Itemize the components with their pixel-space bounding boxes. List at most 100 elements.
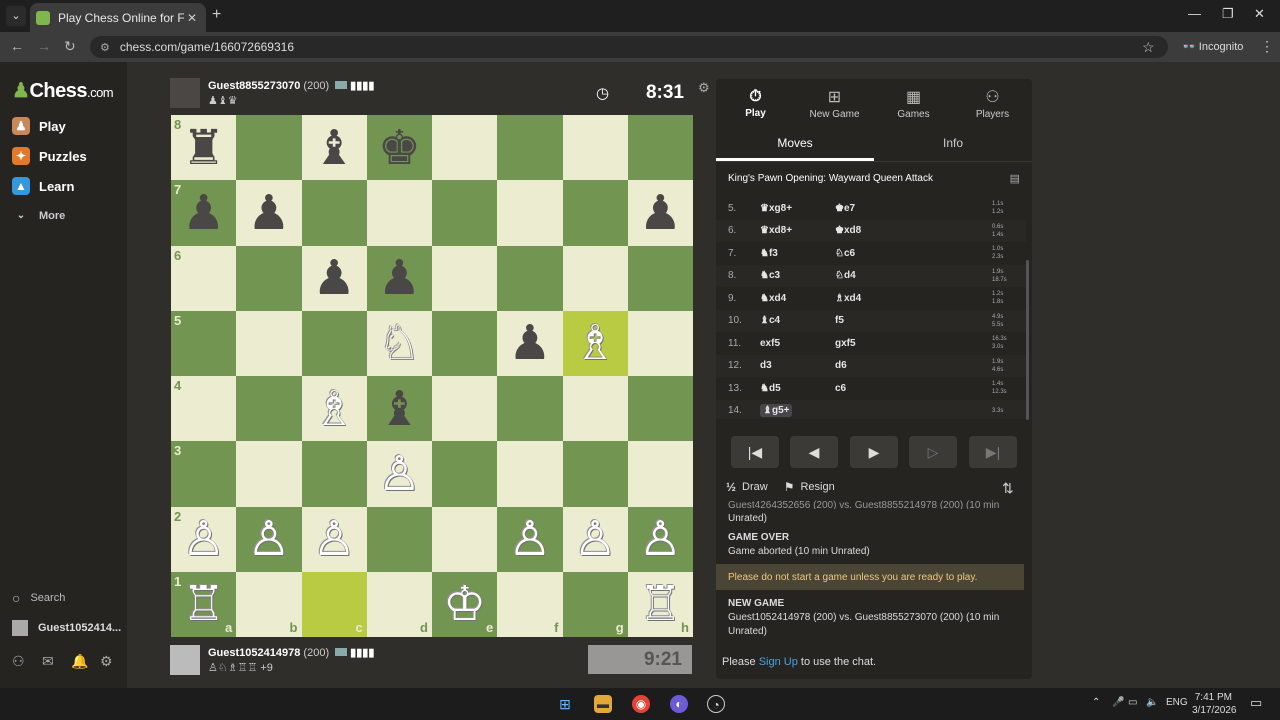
- square-c1[interactable]: c: [301, 571, 367, 637]
- forward-button[interactable]: →: [37, 38, 51, 54]
- square-h3[interactable]: [627, 441, 693, 507]
- url-field[interactable]: ⚙ chess.com/game/166072669316: [90, 36, 1168, 58]
- maximize-button[interactable]: ❐: [1222, 6, 1234, 22]
- play-moves-button[interactable]: ▶: [850, 436, 898, 468]
- white-move[interactable]: ♞f3: [760, 248, 835, 259]
- square-e8[interactable]: [432, 115, 498, 181]
- board-settings-gear-icon[interactable]: ⚙: [698, 80, 710, 96]
- square-a4[interactable]: 4: [171, 376, 237, 442]
- white-pawn-icon[interactable]: ♙: [182, 515, 225, 563]
- square-d1[interactable]: d: [366, 571, 432, 637]
- white-pawn-icon[interactable]: ♙: [313, 515, 356, 563]
- square-h7[interactable]: ♟: [627, 180, 693, 246]
- square-g4[interactable]: [562, 376, 628, 442]
- black-pawn-icon[interactable]: ♟: [313, 254, 356, 302]
- tab-games[interactable]: ▦ Games: [874, 79, 953, 127]
- black-move[interactable]: ♚e7: [835, 203, 910, 214]
- black-move[interactable]: c6: [835, 383, 910, 394]
- minimize-button[interactable]: —: [1188, 6, 1201, 21]
- black-king-icon[interactable]: ♚: [378, 124, 421, 172]
- square-a7[interactable]: 7 ♟: [171, 180, 237, 246]
- sidebar-item-learn[interactable]: ▲ Learn: [12, 175, 74, 197]
- square-g3[interactable]: [562, 441, 628, 507]
- black-pawn-icon[interactable]: ♟: [639, 189, 682, 237]
- white-move[interactable]: ♛xg8+: [760, 203, 835, 214]
- site-info-icon[interactable]: ⚙: [100, 41, 110, 54]
- square-e4[interactable]: [432, 376, 498, 442]
- avatar[interactable]: [170, 645, 200, 675]
- start-icon[interactable]: ⊞: [556, 695, 574, 713]
- square-g6[interactable]: [562, 245, 628, 311]
- tab-players[interactable]: ⚇ Players: [953, 79, 1032, 127]
- square-b5[interactable]: [236, 310, 302, 376]
- new-tab-button[interactable]: +: [212, 6, 221, 24]
- white-move[interactable]: ♞c3: [760, 270, 835, 281]
- square-d5[interactable]: ♘: [366, 310, 432, 376]
- notification-center-icon[interactable]: ▭: [1250, 695, 1262, 711]
- square-f8[interactable]: [497, 115, 563, 181]
- square-f4[interactable]: [497, 376, 563, 442]
- tab-moves[interactable]: Moves: [716, 128, 874, 161]
- square-d8[interactable]: ♚: [366, 115, 432, 181]
- square-a2[interactable]: 2 ♙: [171, 506, 237, 572]
- sidebar-search[interactable]: ○ Search: [12, 590, 65, 606]
- black-move[interactable]: ♘c6: [835, 248, 910, 259]
- chess-logo[interactable]: ♟Chess.com: [12, 78, 114, 103]
- bottom-player-name-line[interactable]: Guest1052414978 (200) ▮▮▮▮: [208, 646, 374, 659]
- incognito-indicator[interactable]: 👓 Incognito: [1182, 40, 1243, 53]
- black-move[interactable]: ♗xd4: [835, 293, 910, 304]
- square-h4[interactable]: [627, 376, 693, 442]
- top-player-name-line[interactable]: Guest8855273070 (200) ▮▮▮▮: [208, 79, 374, 92]
- chrome-icon[interactable]: ◉: [632, 695, 650, 713]
- white-knight-icon[interactable]: ♘: [378, 319, 421, 367]
- move-list[interactable]: 5. ♛xg8+ ♚e7 1.1s 1.2s 6. ♛xd8+ ♚xd8 0.6s 1.4s 7. ♞…: [716, 197, 1026, 419]
- square-b4[interactable]: [236, 376, 302, 442]
- record-icon[interactable]: ◔: [707, 695, 725, 713]
- black-move[interactable]: ♘d4: [835, 270, 910, 281]
- square-g5[interactable]: ♗: [562, 310, 628, 376]
- square-b1[interactable]: b: [236, 571, 302, 637]
- tab-info[interactable]: Info: [874, 128, 1032, 161]
- square-c3[interactable]: [301, 441, 367, 507]
- square-d2[interactable]: [366, 506, 432, 572]
- white-rook-icon[interactable]: ♖: [639, 580, 682, 628]
- square-c2[interactable]: ♙: [301, 506, 367, 572]
- sign-up-link[interactable]: Sign Up: [759, 656, 798, 668]
- white-move[interactable]: ♞xd4: [760, 293, 835, 304]
- black-pawn-icon[interactable]: ♟: [508, 319, 551, 367]
- square-e6[interactable]: [432, 245, 498, 311]
- file-explorer-icon[interactable]: ▬: [594, 695, 612, 713]
- white-bishop-icon[interactable]: ♗: [313, 385, 356, 433]
- white-move[interactable]: d3: [760, 360, 835, 371]
- close-window-button[interactable]: ✕: [1254, 6, 1265, 22]
- tab-search-button[interactable]: ⌄: [6, 6, 26, 26]
- square-g2[interactable]: ♙: [562, 506, 628, 572]
- opening-name[interactable]: King's Pawn Opening: Wayward Queen Attac…: [728, 173, 933, 184]
- notifications-icon[interactable]: 🔔: [71, 653, 88, 670]
- square-a5[interactable]: 5: [171, 310, 237, 376]
- white-pawn-icon[interactable]: ♙: [508, 515, 551, 563]
- square-h8[interactable]: [627, 115, 693, 181]
- white-move[interactable]: ♝c4: [760, 315, 835, 326]
- chess-board[interactable]: 8 ♜ ♝ ♚ 7 ♟ ♟ ♟ 6 ♟ ♟ 5 ♘ ♟ ♗ 4 ♗ ♝ 3 ♙ 2 ♙ ♙ ♙ ♙ ♙ ♙ 1 a ♖ b c d e ♔ f g h ♖: [171, 115, 693, 637]
- square-e3[interactable]: [432, 441, 498, 507]
- square-a1[interactable]: 1 a ♖: [171, 571, 237, 637]
- draw-button[interactable]: ½ Draw: [726, 480, 768, 494]
- browser-menu-icon[interactable]: ⋮: [1260, 38, 1274, 55]
- volume-icon[interactable]: 🔈: [1146, 697, 1158, 708]
- resign-button[interactable]: ⚑ Resign: [784, 480, 835, 494]
- friends-icon[interactable]: ⚇: [12, 653, 25, 670]
- tray-chevron-icon[interactable]: ⌃: [1092, 697, 1100, 708]
- white-pawn-icon[interactable]: ♙: [639, 515, 682, 563]
- mic-icon[interactable]: 🎤: [1112, 697, 1124, 708]
- white-pawn-icon[interactable]: ♙: [378, 450, 421, 498]
- square-c8[interactable]: ♝: [301, 115, 367, 181]
- first-move-button[interactable]: |◀: [731, 436, 779, 468]
- square-e1[interactable]: e ♔: [432, 571, 498, 637]
- tab-new-game[interactable]: ⊞ New Game: [795, 79, 874, 127]
- square-d4[interactable]: ♝: [366, 376, 432, 442]
- square-f5[interactable]: ♟: [497, 310, 563, 376]
- reload-button[interactable]: ↻: [64, 38, 76, 55]
- square-h1[interactable]: h ♖: [627, 571, 693, 637]
- square-f2[interactable]: ♙: [497, 506, 563, 572]
